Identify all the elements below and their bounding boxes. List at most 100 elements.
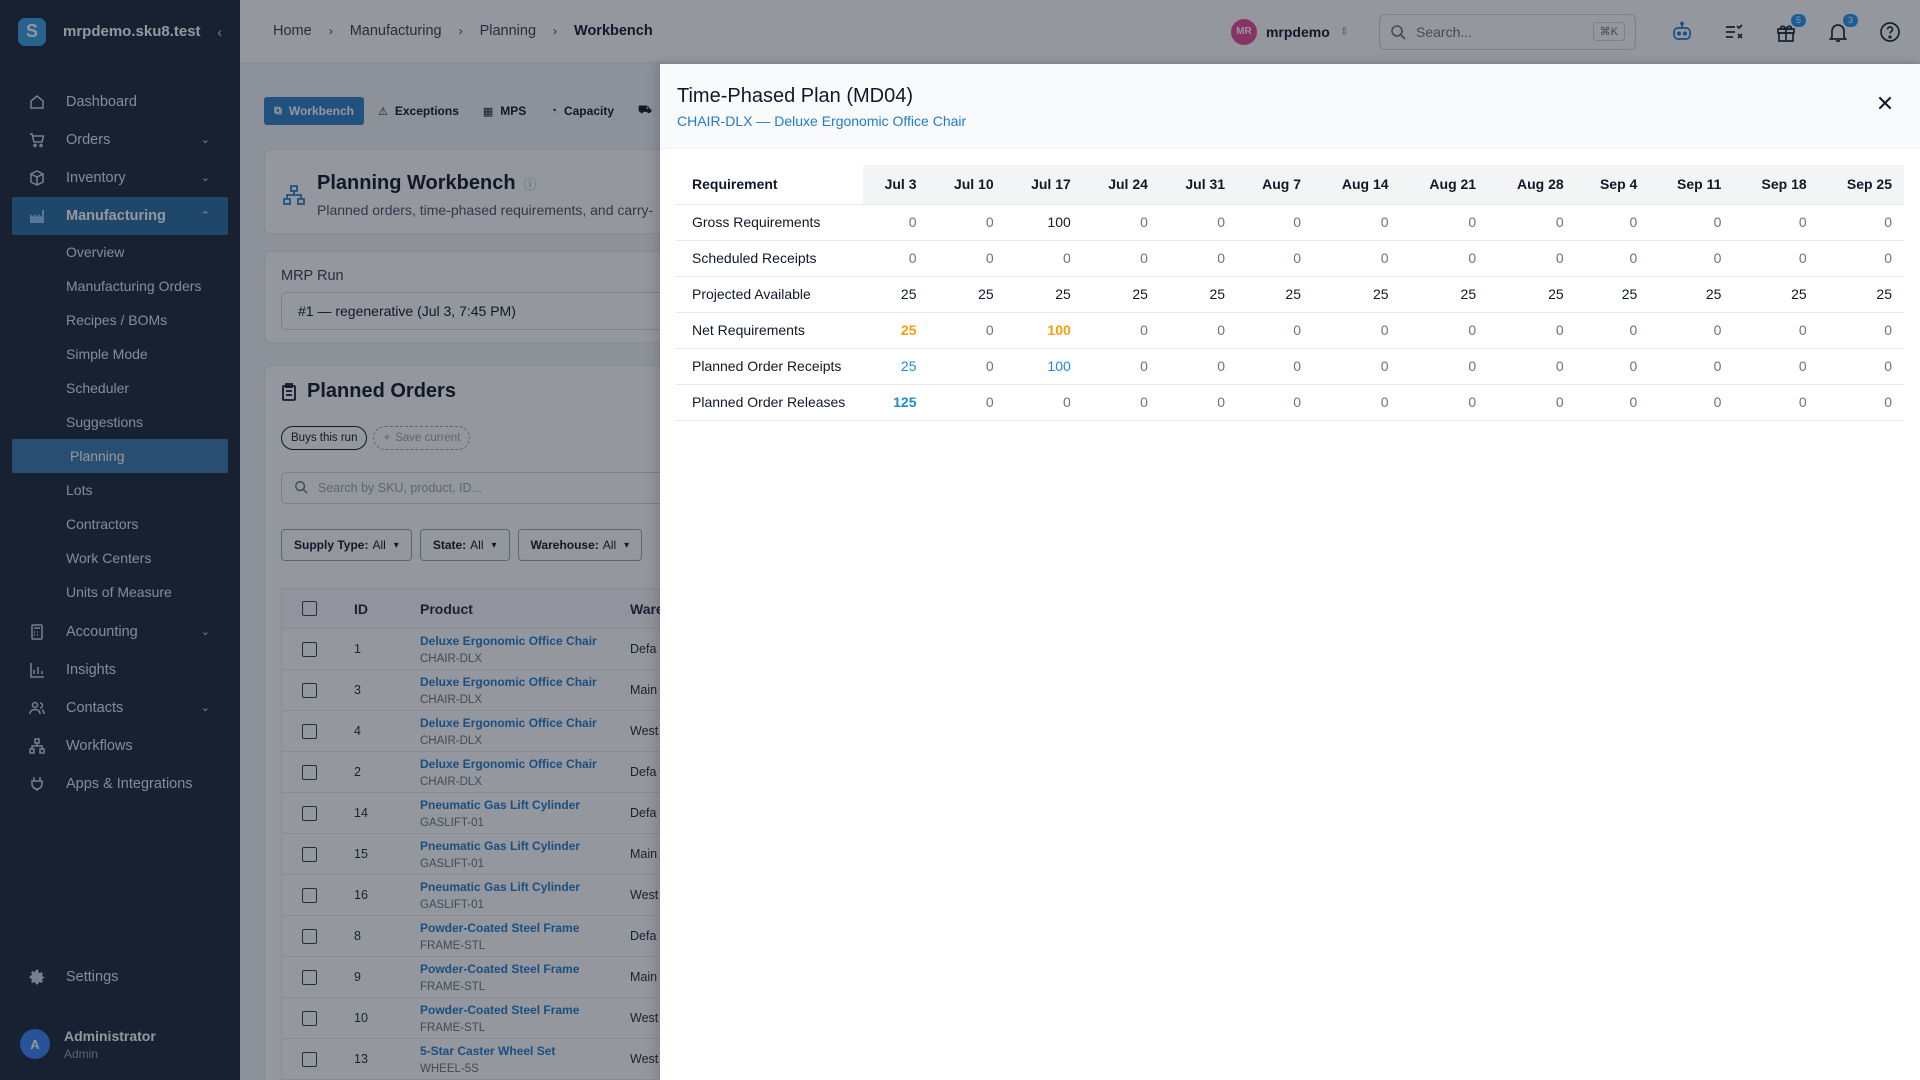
period-value: 25 [1312, 276, 1401, 313]
drawer-subtitle[interactable]: CHAIR-DLX — Deluxe Ergonomic Office Chai… [677, 113, 966, 129]
period-value: 0 [1237, 240, 1313, 277]
time-phased-table: Requirement Jul 3 Jul 10 Jul 17 Jul 24 Jul 3… [676, 165, 1904, 421]
period-value: 0 [1575, 384, 1650, 421]
requirement-label: Planned Order Releases [676, 384, 863, 421]
period-value: 100 [1005, 204, 1083, 241]
column-header-period: Aug 14 [1312, 165, 1401, 205]
drawer-header: Time-Phased Plan (MD04) CHAIR-DLX — Delu… [660, 64, 1920, 149]
period-value: 0 [1818, 384, 1904, 421]
period-value: 0 [1082, 384, 1160, 421]
column-header-period: Jul 24 [1082, 165, 1160, 205]
requirement-label: Gross Requirements [676, 204, 863, 241]
period-value: 0 [928, 384, 1006, 421]
table-body: Gross Requirements 0 0 100 0 0 0 0 0 0 0 0 0 0 Schedul… [676, 204, 1904, 421]
period-value: 0 [1312, 204, 1401, 241]
period-value: 0 [1082, 348, 1160, 385]
period-value: 0 [1818, 204, 1904, 241]
period-value: 0 [1649, 312, 1734, 349]
table-row: Projected Available 25 25 25 25 25 25 25 25 25 25 2… [676, 276, 1904, 313]
period-value: 0 [1488, 204, 1576, 241]
drawer-title: Time-Phased Plan (MD04) [677, 85, 914, 107]
period-value: 25 [1649, 276, 1734, 313]
period-value: 25 [1005, 276, 1083, 313]
period-value: 25 [1488, 276, 1576, 313]
requirement-label: Planned Order Receipts [676, 348, 863, 385]
period-value: 25 [1159, 276, 1238, 313]
column-header-period: Sep 11 [1649, 165, 1734, 205]
period-value: 0 [1575, 348, 1650, 385]
period-value: 0 [1733, 240, 1819, 277]
period-value: 0 [1649, 240, 1734, 277]
table-header: Requirement Jul 3 Jul 10 Jul 17 Jul 24 Jul 3… [676, 165, 1904, 205]
period-value: 0 [1400, 204, 1489, 241]
period-value: 0 [1159, 240, 1238, 277]
column-header-period: Sep 25 [1818, 165, 1904, 205]
period-value: 0 [1159, 312, 1238, 349]
period-value: 0 [1575, 312, 1650, 349]
period-value: 0 [1733, 312, 1819, 349]
period-value: 0 [1082, 204, 1160, 241]
period-value: 0 [1312, 348, 1401, 385]
period-value: 0 [1237, 312, 1313, 349]
column-header-period: Jul 10 [928, 165, 1006, 205]
period-value: 0 [1575, 204, 1650, 241]
column-header-period: Aug 7 [1237, 165, 1313, 205]
period-value: 25 [1818, 276, 1904, 313]
period-value: 0 [1400, 348, 1489, 385]
period-value: 25 [863, 348, 929, 385]
period-value: 0 [1312, 384, 1401, 421]
period-value: 0 [1159, 348, 1238, 385]
column-header-period: Jul 17 [1005, 165, 1083, 205]
period-value: 0 [1005, 240, 1083, 277]
column-header-requirement: Requirement [676, 165, 863, 205]
table-row: Planned Order Releases 125 0 0 0 0 0 0 0 0 0 0 0 0 [676, 384, 1904, 421]
column-header-period: Jul 3 [863, 165, 929, 205]
close-icon[interactable] [1876, 94, 1894, 112]
period-value: 0 [1005, 384, 1083, 421]
period-value: 0 [1488, 312, 1576, 349]
period-value: 25 [1082, 276, 1160, 313]
period-value: 0 [1400, 312, 1489, 349]
period-value: 0 [863, 240, 929, 277]
column-header-period: Aug 21 [1400, 165, 1489, 205]
period-value: 0 [1488, 348, 1576, 385]
requirement-label: Scheduled Receipts [676, 240, 863, 277]
period-value: 0 [1237, 204, 1313, 241]
period-value: 0 [1400, 384, 1489, 421]
period-value: 0 [1649, 348, 1734, 385]
period-value: 0 [1733, 204, 1819, 241]
requirement-label: Net Requirements [676, 312, 863, 349]
column-header-period: Jul 31 [1159, 165, 1238, 205]
period-value: 125 [863, 384, 929, 421]
period-value: 0 [1818, 348, 1904, 385]
period-value: 0 [1733, 384, 1819, 421]
table-row: Scheduled Receipts 0 0 0 0 0 0 0 0 0 0 0 0 0 [676, 240, 1904, 277]
period-value: 0 [1312, 240, 1401, 277]
period-value: 0 [1649, 384, 1734, 421]
table-row: Net Requirements 25 0 100 0 0 0 0 0 0 0 0 0 0 [676, 312, 1904, 349]
period-value: 0 [1733, 348, 1819, 385]
period-value: 0 [1237, 348, 1313, 385]
requirement-label: Projected Available [676, 276, 863, 313]
period-value: 0 [1159, 384, 1238, 421]
table-row: Gross Requirements 0 0 100 0 0 0 0 0 0 0 0 0 0 [676, 204, 1904, 241]
period-value: 25 [1733, 276, 1819, 313]
period-value: 0 [1400, 240, 1489, 277]
period-value: 100 [1005, 348, 1083, 385]
period-value: 0 [928, 240, 1006, 277]
table-row: Planned Order Receipts 25 0 100 0 0 0 0 0 0 0 0 0 0 [676, 348, 1904, 385]
period-value: 25 [1237, 276, 1313, 313]
period-value: 0 [1312, 312, 1401, 349]
period-value: 0 [928, 204, 1006, 241]
period-value: 0 [1818, 312, 1904, 349]
period-value: 0 [928, 312, 1006, 349]
period-value: 25 [1575, 276, 1650, 313]
period-value: 0 [1818, 240, 1904, 277]
time-phased-plan-drawer: Time-Phased Plan (MD04) CHAIR-DLX — Delu… [660, 64, 1920, 1080]
period-value: 25 [1400, 276, 1489, 313]
period-value: 0 [863, 204, 929, 241]
period-value: 0 [1237, 384, 1313, 421]
period-value: 25 [863, 312, 929, 349]
column-header-period: Sep 4 [1575, 165, 1650, 205]
column-header-period: Aug 28 [1488, 165, 1576, 205]
